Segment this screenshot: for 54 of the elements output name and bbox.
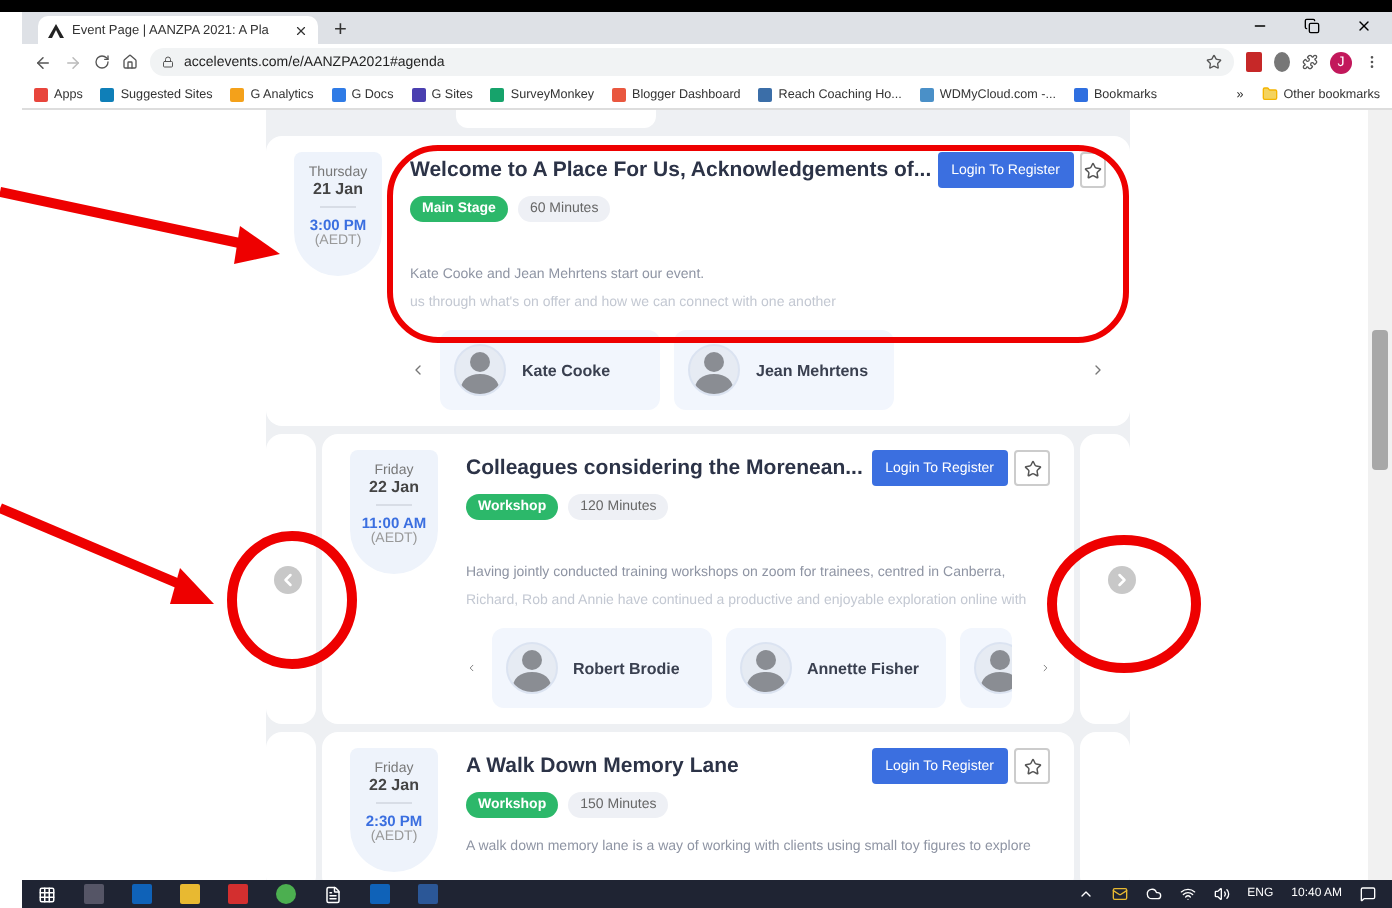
volume-icon[interactable]: [1213, 886, 1230, 902]
previous-icon[interactable]: [410, 362, 426, 378]
star-icon: [1023, 757, 1041, 775]
avatar-silhouette-icon: [739, 642, 791, 694]
lock-icon: [162, 56, 174, 68]
session-title: A Walk Down Memory Lane: [466, 752, 741, 778]
reload-icon[interactable]: [94, 54, 110, 70]
star-icon: [1083, 161, 1102, 179]
speaker-card[interactable]: [959, 628, 1011, 708]
chevron-left-icon: [278, 570, 298, 590]
avatar-silhouette-icon: [688, 344, 740, 396]
speaker-card[interactable]: Annette Fisher: [725, 628, 945, 708]
document-app-icon[interactable]: [324, 885, 342, 903]
new-tab-button[interactable]: +: [334, 16, 347, 44]
back-icon[interactable]: [34, 53, 52, 71]
avatar-silhouette-icon: [505, 642, 557, 694]
star-icon: [1023, 459, 1041, 477]
session-date: 21 Jan: [313, 180, 363, 198]
speaker-card[interactable]: Jean Mehrtens: [674, 330, 894, 410]
close-icon[interactable]: [294, 23, 308, 37]
scrollbar[interactable]: [1368, 110, 1392, 880]
favorite-button[interactable]: [1014, 748, 1050, 784]
cloud-icon[interactable]: [1145, 886, 1162, 902]
session-title: Welcome to A Place For Us, Acknowledgements of...: [410, 156, 932, 182]
next-icon[interactable]: [1039, 660, 1050, 676]
speaker-name: Jean Mehrtens: [756, 361, 869, 379]
site-logo-icon: [48, 23, 64, 37]
network-icon[interactable]: [1179, 886, 1196, 902]
favorite-button[interactable]: [1079, 152, 1106, 188]
tray-expand-icon[interactable]: [1077, 886, 1094, 902]
avatar-silhouette-icon: [454, 344, 506, 396]
browser-app-icon[interactable]: [276, 884, 296, 904]
bookmark-star-icon[interactable]: [1206, 54, 1222, 70]
speaker-card[interactable]: Robert Brodie: [491, 628, 711, 708]
session-date: 22 Jan: [369, 478, 419, 496]
mail-icon[interactable]: [1111, 886, 1128, 902]
chevron-right-icon: [1112, 570, 1132, 590]
session-date: 22 Jan: [369, 776, 419, 794]
next-icon[interactable]: [1090, 362, 1106, 378]
close-icon[interactable]: [1356, 17, 1372, 33]
restore-icon[interactable]: [1304, 17, 1320, 33]
avatar-silhouette-icon: [973, 642, 1011, 694]
notifications-icon[interactable]: [1360, 886, 1376, 902]
extensions-icon[interactable]: [1302, 54, 1318, 70]
speaker-name: Kate Cooke: [522, 361, 611, 379]
speaker-name: Annette Fisher: [807, 659, 920, 677]
speaker-card[interactable]: Kate Cooke: [440, 330, 660, 410]
session-title: Colleagues considering the Morenean...: [466, 454, 865, 480]
speaker-name: Robert Brodie: [573, 659, 680, 677]
home-icon[interactable]: [122, 54, 138, 70]
favorite-button[interactable]: [1014, 450, 1050, 486]
annotation-ellipse: [227, 531, 357, 669]
folder-icon: [1261, 86, 1278, 102]
previous-icon[interactable]: [466, 660, 477, 676]
